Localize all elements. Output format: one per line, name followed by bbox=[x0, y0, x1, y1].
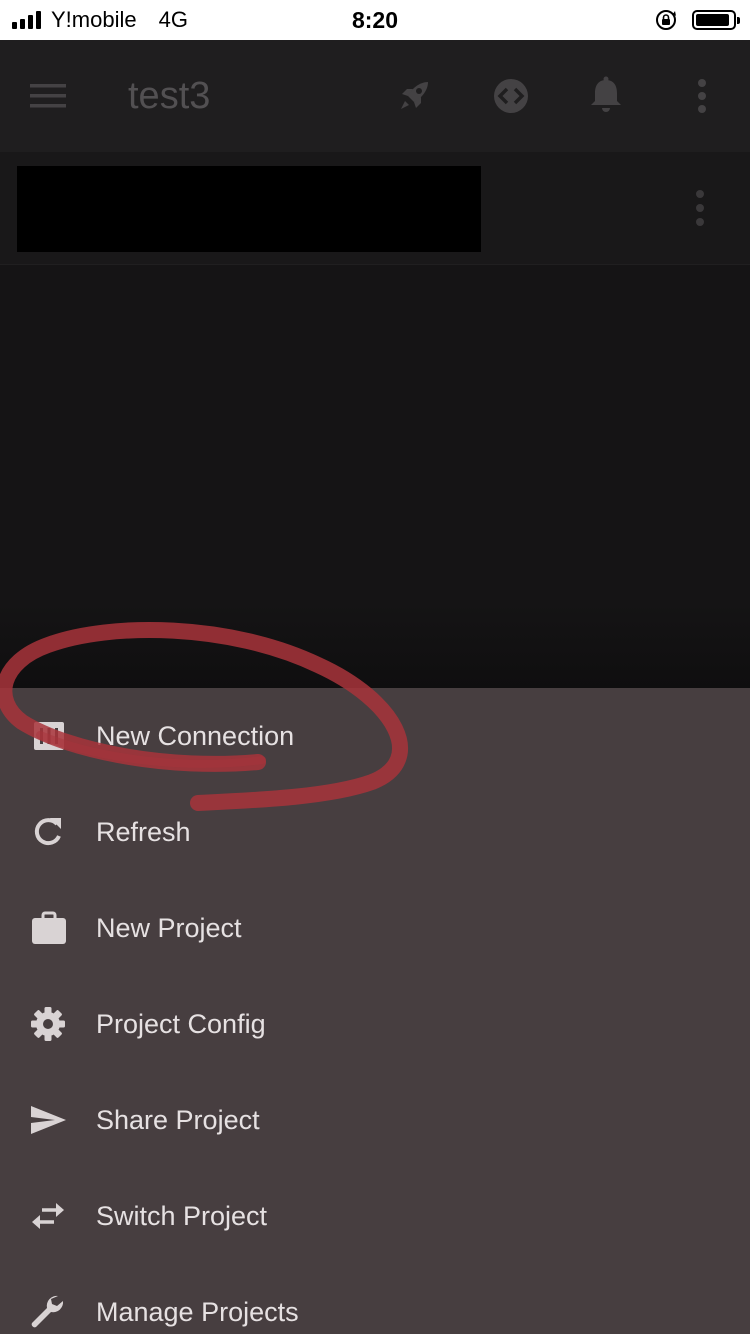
status-bar: Y!mobile 4G 8:20 bbox=[0, 0, 750, 40]
sub-header bbox=[0, 152, 750, 265]
gear-icon bbox=[31, 1007, 65, 1041]
clock: 8:20 bbox=[351, 7, 399, 33]
sheet-item-new-project[interactable]: New Project bbox=[0, 880, 750, 976]
page-title: test3 bbox=[128, 75, 211, 117]
rotation-lock-icon bbox=[656, 10, 676, 30]
battery-icon bbox=[692, 10, 740, 30]
sheet-item-label: Share Project bbox=[96, 1105, 260, 1135]
sheet-item-new-connection[interactable]: New Connection bbox=[0, 688, 750, 784]
sheet-item-label: Project Config bbox=[96, 1009, 266, 1039]
status-right bbox=[654, 0, 740, 40]
sheet-item-refresh[interactable]: Refresh bbox=[0, 784, 750, 880]
app-bar: test3 bbox=[0, 40, 750, 152]
more-vert-icon[interactable] bbox=[680, 74, 724, 118]
sheet-item-project-config[interactable]: Project Config bbox=[0, 976, 750, 1072]
connection-icon bbox=[34, 722, 64, 750]
swap-icon bbox=[32, 1203, 64, 1229]
content-area bbox=[0, 265, 750, 688]
sheet-item-label: Refresh bbox=[96, 817, 191, 847]
sheet-item-manage-projects[interactable]: Manage Projects bbox=[0, 1264, 750, 1334]
refresh-icon bbox=[34, 818, 61, 846]
sheet-item-share-project[interactable]: Share Project bbox=[0, 1072, 750, 1168]
sheet-item-switch-project[interactable]: Switch Project bbox=[0, 1168, 750, 1264]
screen: Y!mobile 4G 8:20 test3 New Connection Re… bbox=[0, 0, 750, 1334]
more-vert-icon[interactable] bbox=[686, 188, 714, 228]
bottom-sheet: New Connection Refresh New Project Proje… bbox=[0, 688, 750, 1334]
sheet-item-label: Switch Project bbox=[96, 1201, 268, 1231]
code-icon[interactable] bbox=[489, 74, 533, 118]
sheet-item-label: Manage Projects bbox=[96, 1297, 299, 1327]
sheet-item-label: New Project bbox=[96, 913, 242, 943]
briefcase-icon bbox=[32, 911, 66, 944]
bell-icon[interactable] bbox=[584, 74, 628, 118]
send-icon bbox=[31, 1106, 66, 1134]
rocket-icon[interactable] bbox=[392, 74, 436, 118]
sheet-item-label: New Connection bbox=[96, 721, 295, 751]
wrench-icon bbox=[31, 1295, 64, 1328]
menu-icon[interactable] bbox=[28, 78, 68, 114]
redacted-box bbox=[17, 166, 481, 252]
